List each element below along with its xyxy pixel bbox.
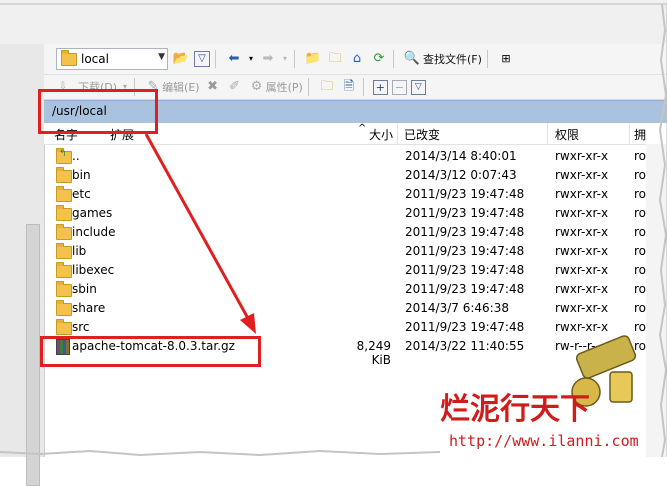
watermark-logo: 烂泥行天下	[440, 392, 590, 427]
file-manager-window: local ▼ 📂 ▽ ⬅ ▾ ➡ ▾ 📁 🗀 ⌂ ⟳ 🔍 查找文件(F) ⊞ …	[0, 0, 667, 486]
watermark-url: http://www.ilanni.com	[449, 432, 639, 450]
